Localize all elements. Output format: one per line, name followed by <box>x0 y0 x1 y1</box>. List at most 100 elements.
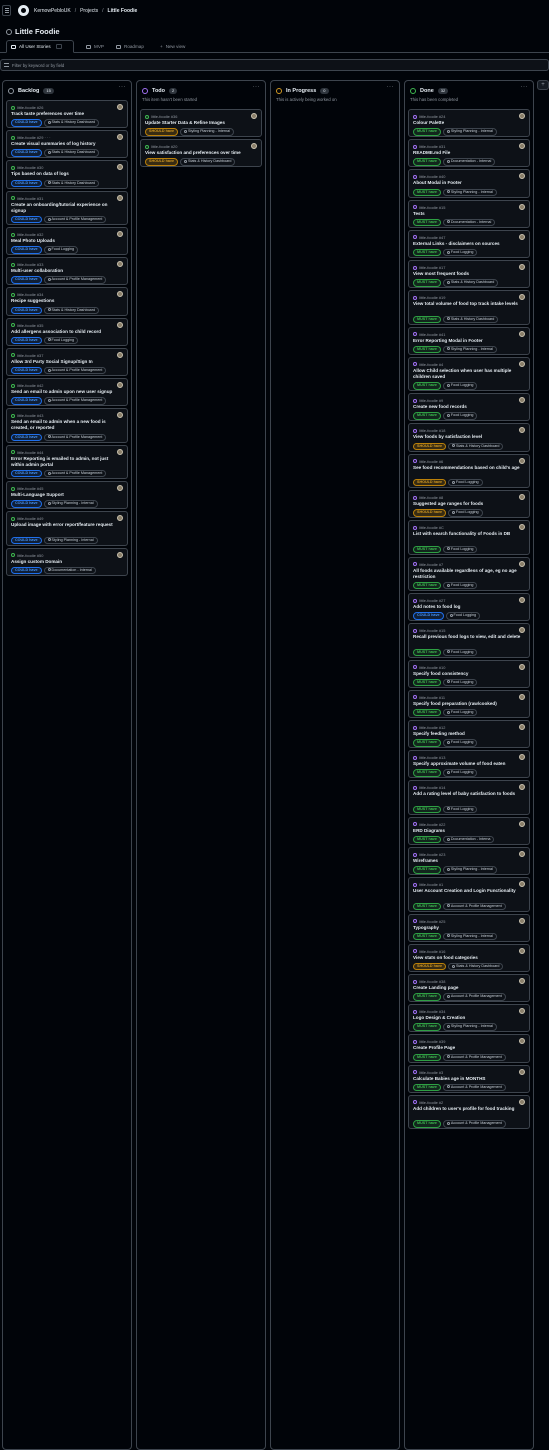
issue-ref[interactable]: little-foodie #15 <box>413 205 445 210</box>
issue-ref[interactable]: little-foodie #34 <box>11 292 43 297</box>
avatar[interactable] <box>519 978 525 984</box>
priority-label[interactable]: MUST have <box>413 835 441 844</box>
issue-title[interactable]: View total volume of food top track inta… <box>413 301 523 307</box>
issue-card[interactable]: little-foodie #7 All foods available rega… <box>408 556 530 591</box>
priority-label[interactable]: COULD have <box>11 246 42 254</box>
priority-label[interactable]: MUST have <box>413 545 441 553</box>
avatar[interactable] <box>519 1098 525 1105</box>
issue-title[interactable]: Send an email to admin when a new food i… <box>11 419 121 431</box>
priority-label[interactable]: SHOULD have <box>413 509 446 517</box>
issue-title[interactable]: External Links - disclaimers on sources <box>413 241 523 247</box>
column-options-icon[interactable]: ··· <box>521 84 529 90</box>
issue-card[interactable]: little-foodie #33 Multi-user collaboratio… <box>6 257 128 286</box>
issue-ref[interactable]: little-foodie #26 <box>11 105 43 110</box>
issue-ref[interactable]: little-foodie #38 <box>413 979 445 984</box>
issue-title[interactable]: ERD Diagrams <box>413 828 523 834</box>
issue-card[interactable]: little-foodie #20 View satisfaction and p… <box>140 139 262 168</box>
issue-ref[interactable]: little-foodie #34 <box>413 1009 445 1014</box>
tab-mvp[interactable]: MVP <box>82 40 108 53</box>
issue-title[interactable]: Typography <box>413 925 523 931</box>
issue-card[interactable]: little-foodie #26 Track taste preferences… <box>6 100 128 129</box>
issue-card[interactable]: little-foodie #34 Logo Design & Creation M… <box>408 1004 530 1033</box>
priority-label[interactable]: SHOULD have <box>145 158 178 166</box>
project-label[interactable]: Stats & History Dashboard <box>43 149 99 157</box>
avatar[interactable] <box>519 1038 525 1045</box>
project-label[interactable]: Stats & History Dashboard <box>43 119 99 127</box>
project-label[interactable]: Styling Planning - Internal <box>442 345 497 354</box>
priority-label[interactable]: MUST have <box>413 902 441 910</box>
issue-card[interactable]: little-foodie #8 Suggested age ranges for… <box>408 490 530 519</box>
issue-ref[interactable]: little-foodie #C <box>413 525 444 530</box>
avatar[interactable] <box>519 233 525 240</box>
project-label[interactable]: Styling Planning - Internal <box>43 500 98 508</box>
avatar[interactable] <box>519 947 525 954</box>
issue-card[interactable]: little-foodie #37 Allow 3rd Party Social … <box>6 347 128 376</box>
priority-label[interactable]: COULD have <box>11 500 42 508</box>
avatar[interactable] <box>519 917 525 924</box>
issue-card[interactable]: little-foodie #43 Send an email to admin … <box>6 408 128 443</box>
issue-ref[interactable]: little-foodie #22 <box>413 822 445 827</box>
project-label[interactable]: Documentation - Internal <box>43 566 96 575</box>
issue-title[interactable]: README.md File <box>413 150 523 156</box>
project-label[interactable]: Stats & History Dashboard <box>43 306 99 314</box>
issue-card[interactable]: little-foodie #22 ERD Diagrams MUST have Do… <box>408 816 530 845</box>
issue-title[interactable]: Logo Design & Creation <box>413 1015 523 1021</box>
project-label[interactable]: Stats & History Dashboard <box>180 158 236 166</box>
priority-label[interactable]: MUST have <box>413 1120 441 1128</box>
avatar[interactable] <box>519 264 525 270</box>
issue-ref[interactable]: little-foodie #10 <box>413 665 445 670</box>
issue-ref[interactable]: little-foodie #15 <box>413 628 445 633</box>
priority-label[interactable]: COULD have <box>11 306 42 314</box>
issue-card[interactable]: little-foodie #40 About Modal in Footer MU… <box>408 169 530 198</box>
issue-card[interactable]: little-foodie #30 Tips based on data of l… <box>6 160 128 189</box>
issue-title[interactable]: User Account Creation and Login Function… <box>413 888 523 894</box>
issue-card[interactable]: little-foodie #14 Add a rating level of b… <box>408 780 530 815</box>
issue-title[interactable]: List with search functionality of Foods … <box>413 531 523 537</box>
project-label[interactable]: Stats & History Dashboard <box>442 315 499 323</box>
avatar[interactable] <box>519 820 525 827</box>
issue-ref[interactable]: little-foodie #27 <box>413 598 445 603</box>
issue-title[interactable]: Assign custom Domain <box>11 559 121 565</box>
project-label[interactable]: Documentation - Interna <box>442 835 495 844</box>
issue-ref[interactable]: little-foodie #45 <box>11 486 43 491</box>
issue-title[interactable]: Update Starter Data & Refine Images <box>145 120 255 126</box>
issue-title[interactable]: Add allergens association to child recor… <box>11 329 121 335</box>
issue-card[interactable]: little-foodie #11 Specify food preparatio… <box>408 689 530 718</box>
issue-ref[interactable]: little-foodie #35 <box>11 323 43 328</box>
menu-icon[interactable] <box>2 5 11 16</box>
issue-ref[interactable]: little-foodie #8 <box>413 495 443 500</box>
avatar[interactable] <box>519 754 525 761</box>
issue-title[interactable]: Add notes to food log <box>413 604 523 610</box>
priority-label[interactable]: MUST have <box>413 739 441 747</box>
project-label[interactable]: Food Logging <box>445 612 481 620</box>
avatar[interactable] <box>117 291 123 298</box>
project-label[interactable]: Food Logging <box>442 678 478 687</box>
project-label[interactable]: Styling Planning - Internal <box>442 188 497 196</box>
issue-ref[interactable]: little-foodie #13 <box>413 755 445 760</box>
priority-label[interactable]: COULD have <box>413 612 444 620</box>
issue-title[interactable]: Recall previous food logs to view, edit … <box>413 634 523 640</box>
priority-label[interactable]: SHOULD have <box>413 478 446 487</box>
avatar[interactable] <box>519 851 525 857</box>
priority-label[interactable]: COULD have <box>11 566 42 575</box>
priority-label[interactable]: COULD have <box>11 276 42 284</box>
column-options-icon[interactable]: ··· <box>253 84 261 90</box>
issue-ref[interactable]: little-foodie #6 <box>413 459 443 464</box>
issue-title[interactable]: Specify approximate volume of food eaten <box>413 761 523 767</box>
project-label[interactable]: Food Logging <box>448 478 483 487</box>
issue-title[interactable]: View foods by satisfaction level <box>413 434 523 440</box>
priority-label[interactable]: MUST have <box>413 866 441 874</box>
issue-ref[interactable]: little-foodie #41 <box>413 332 445 337</box>
project-label[interactable]: Styling Planning - Internal <box>442 1023 497 1031</box>
issue-title[interactable]: Error Reporting Modal in Footer <box>413 338 523 344</box>
issue-ref[interactable]: little-foodie #29 · · · <box>11 135 51 140</box>
issue-card[interactable]: little-foodie #36 Update Starter Data & R… <box>140 109 262 138</box>
issue-card[interactable]: little-foodie #10 Specify food consistenc… <box>408 659 530 688</box>
issue-card[interactable]: little-foodie #29 · · · Create visual sum… <box>6 130 128 159</box>
priority-label[interactable]: MUST have <box>413 158 441 166</box>
issue-ref[interactable]: little-foodie #42 <box>11 383 43 388</box>
avatar[interactable] <box>519 597 525 603</box>
project-label[interactable]: Styling Planning - Internal <box>442 932 497 941</box>
project-label[interactable]: Food Logging <box>43 336 79 345</box>
avatar[interactable] <box>519 294 525 301</box>
